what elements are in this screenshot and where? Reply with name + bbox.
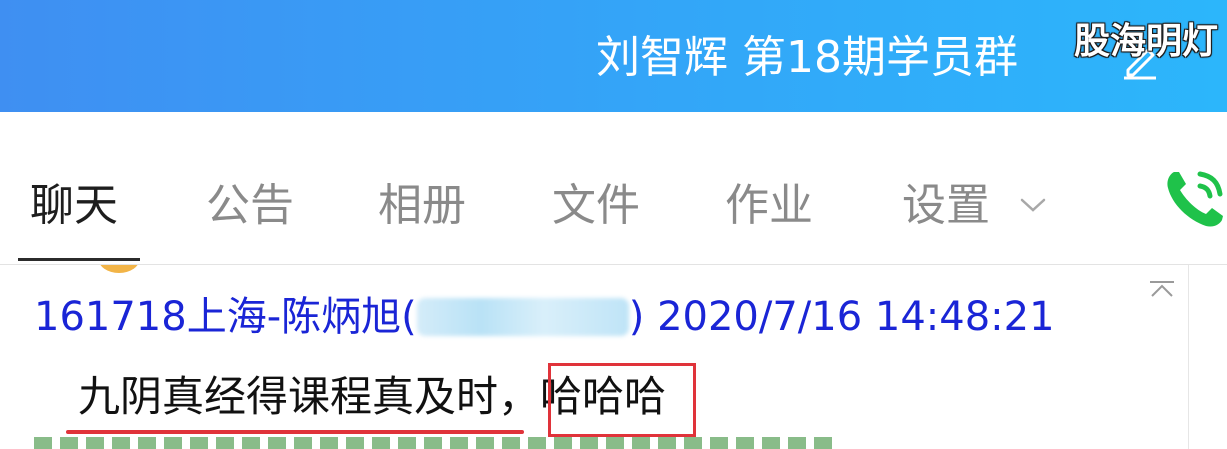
phone-icon[interactable] (1160, 162, 1227, 234)
avatar[interactable] (98, 265, 140, 273)
sender-name[interactable]: 161718上海-陈炳旭( (34, 294, 417, 340)
chat-area[interactable]: 161718上海-陈炳旭() 2020/7/16 14:48:21 九阴真经得课… (0, 265, 1188, 449)
tab-files[interactable]: 文件 (552, 178, 640, 234)
tab-announcement[interactable]: 公告 (206, 178, 294, 234)
redacted-id (416, 298, 629, 336)
message-text-part1: 九阴真经得课程真及时， (78, 372, 541, 421)
annotation-underline (66, 430, 524, 434)
message-header: 161718上海-陈炳旭() 2020/7/16 14:48:21 (34, 291, 1055, 343)
title-bar: 刘智辉 第18期学员群 股海明灯 (0, 0, 1227, 112)
group-title: 刘智辉 第18期学员群 (596, 32, 1018, 83)
watermark-text: 股海明灯 (1074, 21, 1219, 62)
annotation-box (548, 363, 696, 437)
chevron-down-icon[interactable] (1018, 194, 1048, 216)
tab-settings[interactable]: 设置 (902, 178, 990, 234)
next-message-peek (34, 437, 834, 449)
tab-bar: 聊天 公告 相册 文件 作业 设置 (0, 112, 1227, 264)
scrollbar[interactable] (1188, 265, 1227, 449)
tab-album[interactable]: 相册 (378, 178, 466, 234)
tab-chat[interactable]: 聊天 (30, 178, 118, 234)
scroll-up-icon[interactable] (1146, 278, 1178, 300)
sender-close: ) (628, 294, 645, 340)
message-timestamp: 2020/7/16 14:48:21 (657, 294, 1055, 340)
tab-homework[interactable]: 作业 (725, 178, 813, 234)
active-tab-indicator (18, 258, 140, 261)
